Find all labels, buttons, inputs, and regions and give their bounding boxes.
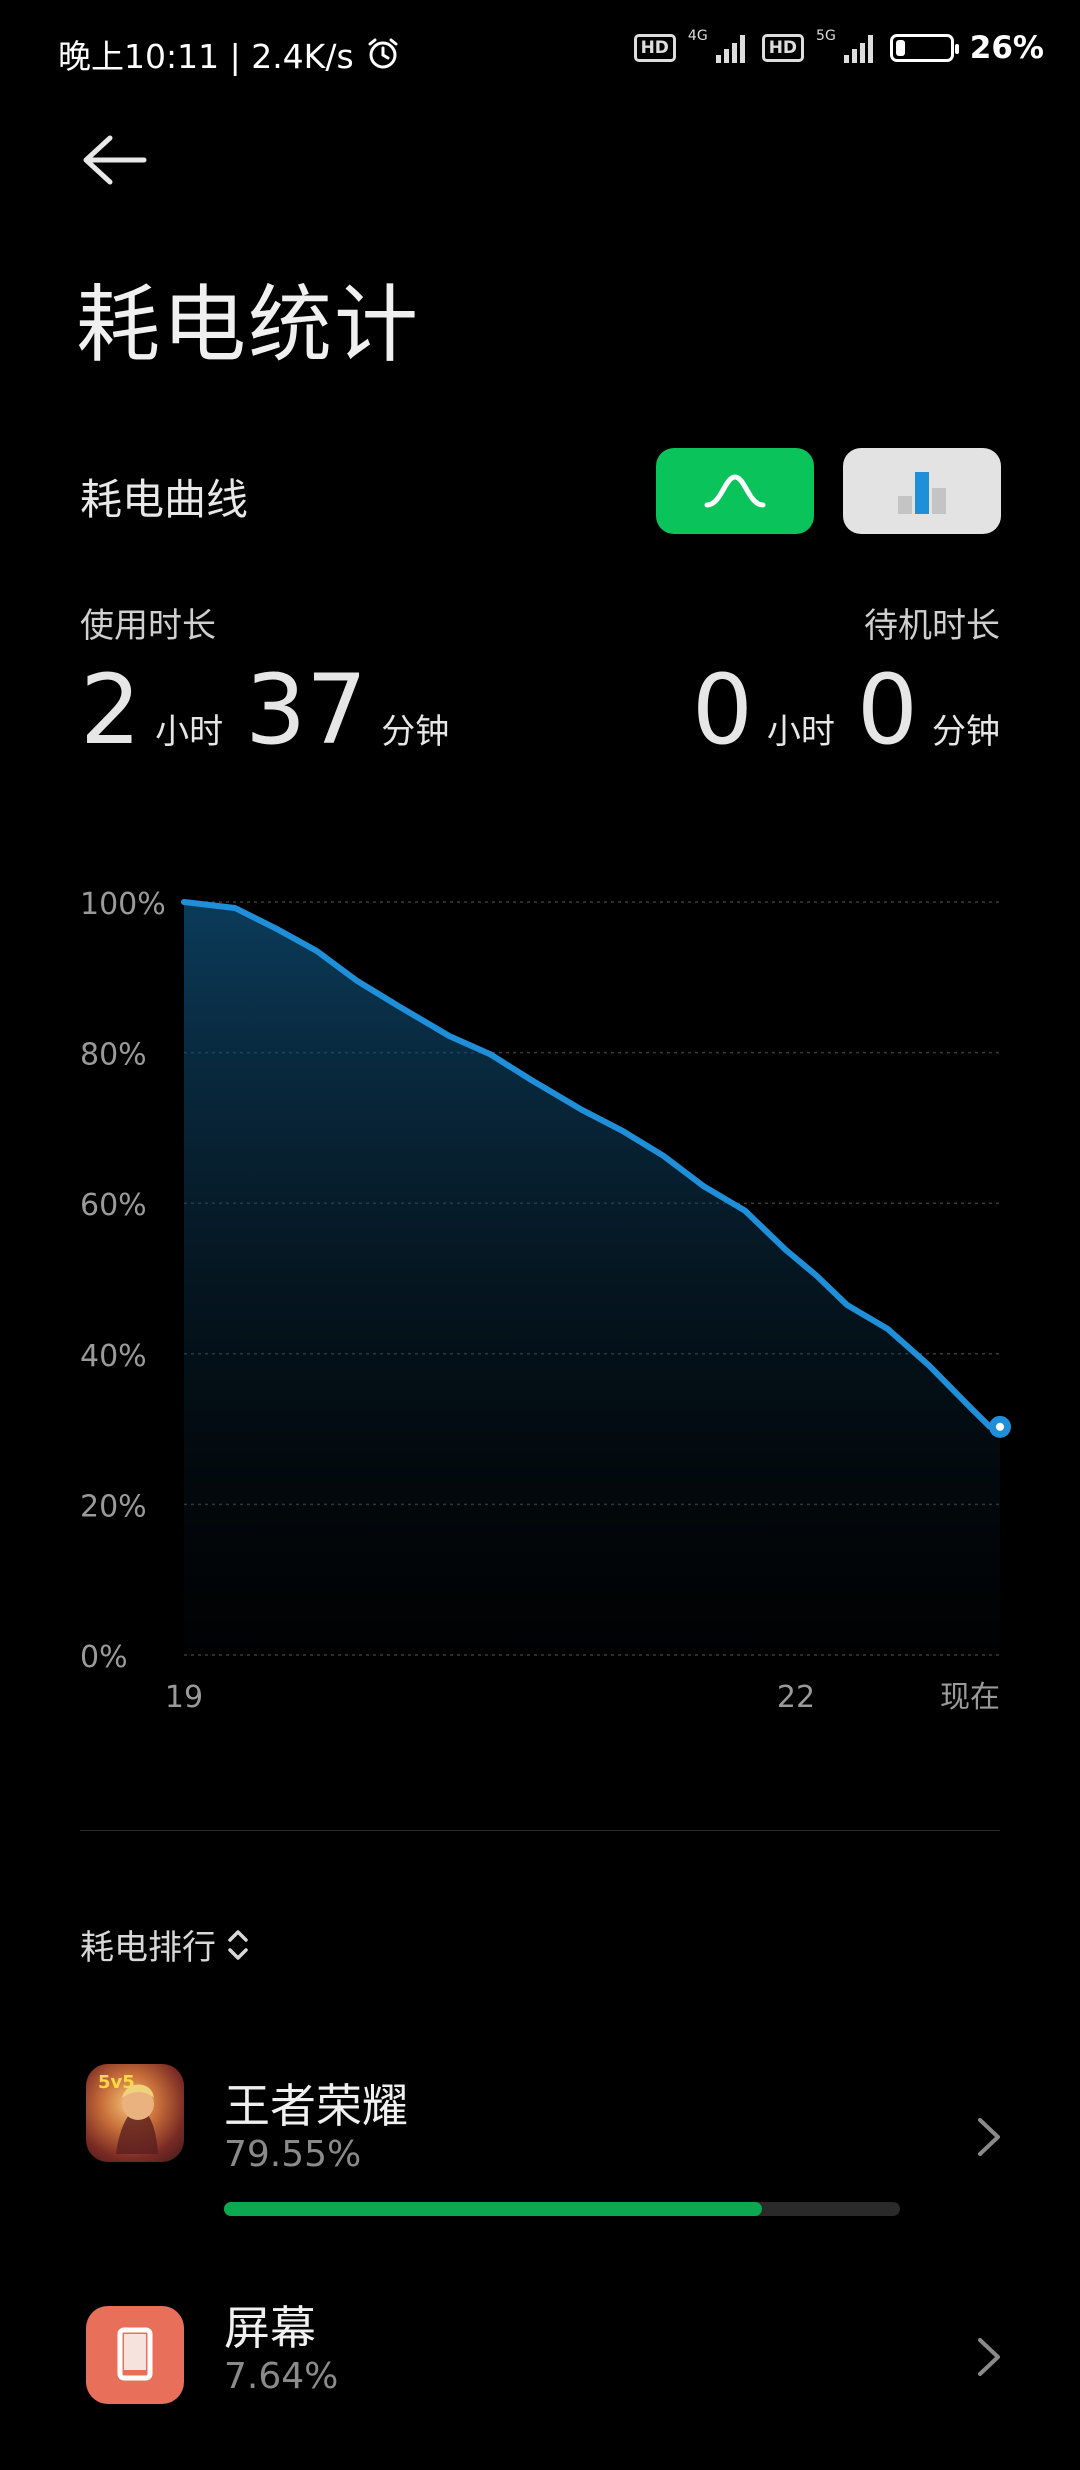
x-tick-label: 22	[777, 1680, 815, 1715]
standby-duration-label: 待机时长	[864, 606, 1000, 646]
app-name: 王者荣耀	[224, 2079, 408, 2133]
power-ranking-label: 耗电排行	[80, 1928, 216, 1968]
app-percent: 79.55%	[224, 2134, 362, 2175]
battery-area-fill	[184, 902, 1000, 1655]
current-level-marker-center	[996, 1422, 1004, 1431]
usage-hours-unit: 小时	[155, 712, 224, 752]
game-app-icon: 5v5	[86, 2064, 184, 2162]
battery-level-fill	[895, 40, 905, 56]
y-tick-label: 60%	[80, 1188, 147, 1223]
chevron-right-icon	[978, 2118, 1000, 2156]
battery-percent: 26%	[969, 30, 1044, 66]
status-left: 晚上10:11 | 2.4K/s	[58, 30, 400, 78]
usage-minutes: 37	[245, 654, 368, 766]
hd-badge-1: HD	[633, 34, 676, 62]
bar-view-toggle[interactable]	[843, 448, 1001, 534]
standby-minutes: 0	[856, 654, 918, 766]
x-tick-label: 19	[165, 1680, 203, 1715]
y-tick-label: 20%	[80, 1489, 147, 1524]
status-time-speed: 晚上10:11 | 2.4K/s	[58, 37, 354, 76]
y-tick-label: 80%	[80, 1038, 147, 1073]
screen-icon	[86, 2306, 184, 2404]
sort-updown-icon	[228, 1929, 248, 1960]
usage-duration-label: 使用时长	[80, 606, 216, 646]
standby-hours: 0	[691, 654, 753, 766]
chevron-right-icon	[978, 2338, 1000, 2376]
alarm-icon	[368, 38, 398, 69]
list-item-screen[interactable]: 屏幕 7.64%	[0, 2270, 1080, 2470]
standby-minutes-unit: 分钟	[932, 712, 1000, 752]
power-curve-label: 耗电曲线	[80, 475, 249, 524]
battery-level-chart: 100% 80% 60% 40% 20% 0% 19 22 现在	[80, 887, 1011, 1715]
back-arrow-icon[interactable]	[80, 130, 150, 190]
curve-view-toggle[interactable]	[656, 448, 814, 534]
standby-duration-value: 0 小时 0 分钟	[692, 660, 1000, 760]
status-bar: 晚上10:11 | 2.4K/s HD 4G HD 5G 26%	[0, 0, 1080, 100]
x-tick-label: 现在	[940, 1680, 1000, 1715]
power-ranking-sort[interactable]: 耗电排行	[80, 1920, 250, 1969]
standby-hours-unit: 小时	[766, 712, 835, 752]
y-tick-label: 40%	[80, 1339, 147, 1374]
page-title: 耗电统计	[76, 276, 421, 374]
signal-icon	[715, 35, 745, 63]
list-item-honor-of-kings[interactable]: 5v5 王者荣耀 79.55%	[0, 2030, 1080, 2230]
y-tick-label: 0%	[80, 1640, 128, 1675]
battery-icon	[889, 34, 959, 62]
section-divider	[80, 1830, 1000, 1831]
usage-progress-track	[224, 2202, 900, 2216]
network-type-1: 4G	[687, 28, 708, 44]
usage-duration-value: 2 小时 37 分钟	[80, 660, 449, 760]
y-tick-label: 100%	[80, 887, 166, 922]
usage-minutes-unit: 分钟	[381, 712, 450, 752]
hd-badge-2: HD	[761, 34, 805, 62]
curve-icon	[704, 474, 766, 508]
signal-icon-2	[843, 35, 873, 63]
app-percent: 7.64%	[224, 2356, 339, 2397]
usage-progress-fill	[224, 2202, 762, 2216]
bar-chart-icon	[898, 472, 946, 514]
network-type-2: 5G	[816, 28, 836, 44]
app-name: 屏幕	[224, 2301, 316, 2355]
usage-hours: 2	[80, 654, 142, 766]
status-right: HD 4G HD 5G 26%	[633, 28, 1044, 66]
